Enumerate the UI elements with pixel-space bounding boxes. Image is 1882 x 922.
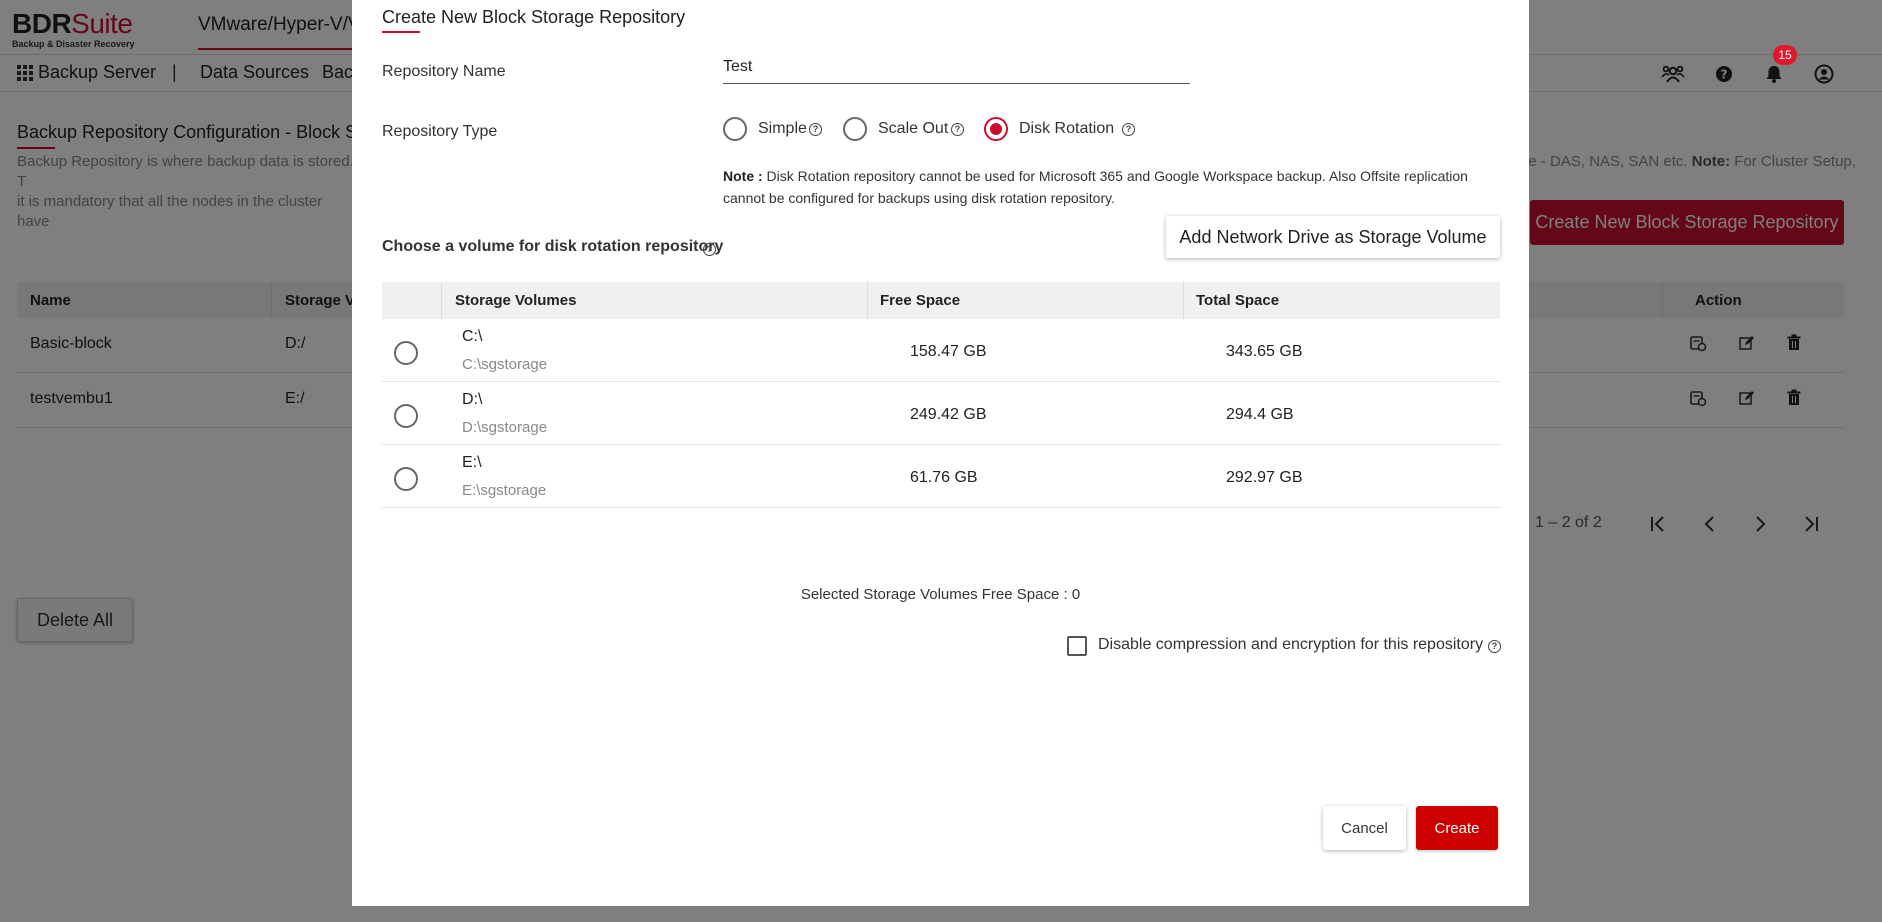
volume-name: C:\ xyxy=(462,328,483,345)
repository-name-label: Repository Name xyxy=(382,63,506,80)
type-disk-rotation-label[interactable]: Disk Rotation xyxy=(1019,120,1114,138)
selected-free-space: Selected Storage Volumes Free Space : 0 xyxy=(800,586,1081,603)
disable-compression-label[interactable]: Disable compression and encryption for t… xyxy=(1098,636,1483,654)
create-repository-dialog: Create New Block Storage Repository Repo… xyxy=(352,0,1529,906)
repository-type-label: Repository Type xyxy=(382,123,498,140)
choose-volume-label: Choose a volume for disk rotation reposi… xyxy=(382,238,724,255)
repository-name-input[interactable]: Test xyxy=(723,58,752,76)
volume-name: D:\ xyxy=(462,391,483,408)
repository-name-underline xyxy=(723,83,1190,84)
type-scale-out-label[interactable]: Scale Out xyxy=(878,120,948,138)
volume-path: D:\sgstorage xyxy=(462,419,548,436)
help-icon[interactable]: ? xyxy=(1122,123,1135,136)
col-total-space: Total Space xyxy=(1196,292,1280,309)
disable-compression-checkbox[interactable] xyxy=(1067,636,1087,656)
col-storage-volumes: Storage Volumes xyxy=(455,292,577,309)
type-scale-out-radio[interactable] xyxy=(843,117,867,141)
add-network-drive-button[interactable]: Add Network Drive as Storage Volume xyxy=(1166,216,1500,258)
volume-total-space: 292.97 GB xyxy=(1226,469,1303,486)
help-icon[interactable]: ? xyxy=(809,123,822,136)
volume-radio[interactable] xyxy=(394,404,418,428)
notification-badge: 15 xyxy=(1773,45,1797,65)
help-icon[interactable]: ? xyxy=(703,243,716,256)
disk-rotation-note: Note : Disk Rotation repository cannot b… xyxy=(723,168,1468,206)
volume-radio[interactable] xyxy=(394,341,418,365)
volume-path: C:\sgstorage xyxy=(462,356,548,373)
volume-table-header: Storage Volumes Free Space Total Space xyxy=(382,282,1500,319)
dialog-title-underline xyxy=(382,31,420,33)
type-simple-radio[interactable] xyxy=(723,117,747,141)
volume-row[interactable]: C:\ C:\sgstorage 158.47 GB 343.65 GB xyxy=(382,319,1500,382)
volume-total-space: 294.4 GB xyxy=(1226,406,1294,423)
volume-path: E:\sgstorage xyxy=(462,482,547,499)
volume-row[interactable]: E:\ E:\sgstorage 61.76 GB 292.97 GB xyxy=(382,445,1500,508)
volume-row[interactable]: D:\ D:\sgstorage 249.42 GB 294.4 GB xyxy=(382,382,1500,445)
volume-radio[interactable] xyxy=(394,467,418,491)
type-simple-label[interactable]: Simple xyxy=(758,120,807,138)
volume-free-space: 158.47 GB xyxy=(910,343,987,360)
help-icon[interactable]: ? xyxy=(951,123,964,136)
volume-total-space: 343.65 GB xyxy=(1226,343,1303,360)
create-button[interactable]: Create xyxy=(1416,806,1498,850)
dialog-title: Create New Block Storage Repository xyxy=(382,7,686,27)
type-disk-rotation-radio[interactable] xyxy=(984,117,1008,141)
volume-free-space: 61.76 GB xyxy=(910,469,978,486)
volume-name: E:\ xyxy=(462,454,482,471)
cancel-button[interactable]: Cancel xyxy=(1323,806,1406,850)
help-icon[interactable]: ? xyxy=(1488,640,1501,653)
volume-free-space: 249.42 GB xyxy=(910,406,987,423)
col-free-space: Free Space xyxy=(880,292,961,309)
